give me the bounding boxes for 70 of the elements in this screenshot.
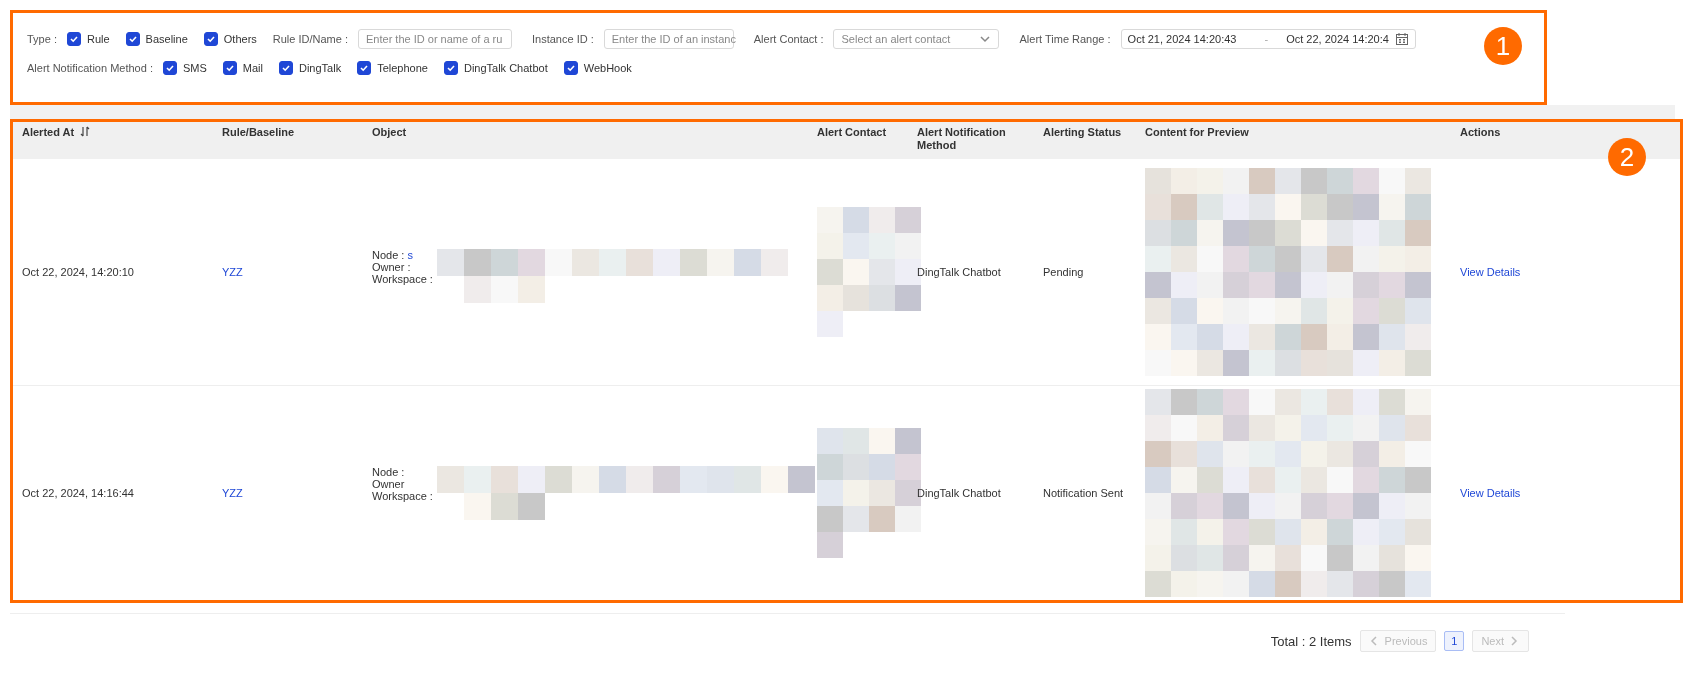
column-header: Alerted At bbox=[22, 126, 75, 139]
filter-label: Alert Time Range : bbox=[1019, 33, 1111, 45]
sort-icon[interactable] bbox=[80, 126, 91, 137]
filter-label: Instance ID : bbox=[532, 33, 594, 45]
rule-link[interactable]: YZZ bbox=[222, 486, 243, 499]
checkbox[interactable] bbox=[125, 32, 140, 46]
checkbox[interactable] bbox=[203, 32, 218, 46]
check-icon bbox=[205, 34, 216, 44]
check-icon bbox=[445, 63, 456, 73]
annotation-badge: 1 bbox=[1484, 27, 1522, 65]
rule-link[interactable]: YZZ bbox=[222, 266, 243, 278]
column-header: Alerting Status bbox=[1043, 126, 1122, 139]
rule-select[interactable]: Enter the ID or name of a ru bbox=[358, 29, 512, 49]
table-cell-text: Notification Sent bbox=[1043, 486, 1125, 499]
checkbox[interactable] bbox=[443, 61, 458, 75]
table-cell-text: Oct 22, 2024, 14:20:10 bbox=[22, 266, 135, 278]
check-icon bbox=[565, 63, 576, 73]
annotation-badge: 2 bbox=[1608, 138, 1646, 176]
checkbox[interactable] bbox=[222, 61, 237, 75]
column-header: Actions bbox=[1460, 126, 1501, 139]
checkbox-label[interactable]: DingTalk bbox=[298, 62, 342, 74]
column-header: Object bbox=[372, 126, 407, 139]
check-icon bbox=[68, 34, 79, 44]
object-label: Node : bbox=[372, 465, 406, 478]
page-button[interactable]: 1 bbox=[1444, 631, 1465, 651]
object-label: Node : s bbox=[372, 249, 414, 261]
total-count: Total : 2 Items bbox=[1270, 633, 1352, 649]
checkbox[interactable] bbox=[357, 61, 372, 75]
column-header: Alert Contact bbox=[817, 126, 887, 139]
node-link[interactable]: s bbox=[407, 249, 413, 261]
check-icon bbox=[164, 63, 175, 73]
view-details-link[interactable]: View Details bbox=[1460, 266, 1521, 278]
column-header: Alert Notification Method bbox=[917, 126, 1007, 152]
table-cell-text: DingTalk Chatbot bbox=[917, 486, 1002, 499]
checkbox-label[interactable]: Telephone bbox=[377, 62, 428, 74]
check-icon bbox=[280, 63, 291, 73]
calendar-icon bbox=[1394, 32, 1409, 46]
contact-select[interactable]: Select an alert contact bbox=[833, 29, 1000, 49]
table-cell-text: DingTalk Chatbot bbox=[917, 266, 1002, 278]
column-header: Rule/Baseline bbox=[222, 126, 295, 139]
checkbox-label[interactable]: SMS bbox=[182, 62, 207, 74]
filter-label: Rule ID/Name : bbox=[272, 33, 348, 45]
table-cell-text: Pending bbox=[1043, 266, 1085, 278]
check-icon bbox=[359, 63, 370, 73]
column-header: Content for Preview bbox=[1145, 126, 1249, 139]
filter-label: Alert Notification Method : bbox=[27, 62, 153, 74]
checkbox[interactable] bbox=[563, 61, 578, 75]
checkbox[interactable] bbox=[162, 61, 177, 75]
object-label: Owner : bbox=[372, 261, 412, 273]
object-label: Workspace : bbox=[372, 273, 433, 285]
checkbox-label[interactable]: Others bbox=[223, 33, 257, 45]
object-label: Workspace : bbox=[372, 489, 433, 502]
checkbox-label[interactable]: Rule bbox=[86, 33, 110, 45]
check-icon bbox=[127, 34, 138, 44]
chevron-right-icon bbox=[1508, 635, 1520, 647]
checkbox-label[interactable]: Mail bbox=[242, 62, 263, 74]
check-icon bbox=[224, 63, 235, 73]
checkbox[interactable] bbox=[66, 32, 81, 46]
filter-label: Type : bbox=[27, 33, 57, 45]
checkbox[interactable] bbox=[278, 61, 293, 75]
view-details-link[interactable]: View Details bbox=[1460, 486, 1521, 499]
date-range-field[interactable]: Oct 21, 2024 14:20:43 - Oct 22, 2024 14:20:4 bbox=[1120, 29, 1416, 49]
filter-label: Alert Contact : bbox=[753, 33, 824, 45]
object-label: Owner bbox=[372, 477, 406, 490]
checkbox-label[interactable]: WebHook bbox=[583, 62, 632, 74]
table-cell-text: Oct 22, 2024, 14:16:44 bbox=[22, 486, 135, 499]
chevron-down-icon bbox=[979, 33, 992, 45]
instance-input[interactable]: Enter the ID of an instanc bbox=[603, 29, 734, 49]
checkbox-label[interactable]: Baseline bbox=[145, 33, 188, 45]
checkbox-label[interactable]: DingTalk Chatbot bbox=[463, 62, 548, 74]
